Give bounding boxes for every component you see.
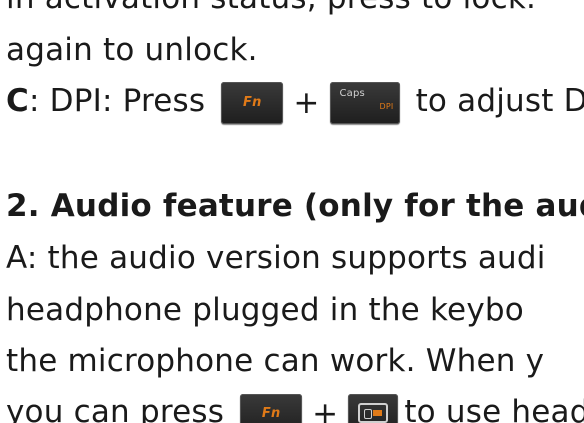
dpi-instruction-text: : DPI: Press (28, 83, 206, 119)
manual-page: in activation status, press to lock. aga… (0, 0, 584, 423)
text-line-audio-support: A: the audio version supports audi (6, 238, 546, 278)
line-text: in activation status, press to lock. (6, 0, 536, 16)
section-letter-c: C (6, 83, 29, 119)
dpi-key-sublabel: DPI (379, 101, 394, 111)
heading-text: 2. Audio feature (only for the aud (6, 188, 584, 224)
text-line-press-headset: you can press Fn + to use head (6, 392, 584, 423)
caps-dpi-key-image: Caps DPI (329, 81, 400, 124)
plus-sign: + (293, 84, 320, 121)
fn-key-image: Fn (240, 393, 303, 423)
plus-sign: + (312, 395, 339, 423)
line-text: headphone plugged in the keybo (6, 292, 524, 328)
text-line-microphone: the microphone can work. When y (6, 341, 544, 381)
headset-suffix-text: to use head (404, 394, 584, 423)
caps-key-label: Caps (339, 87, 365, 99)
fn-key-image: Fn (221, 81, 284, 124)
line-text: again to unlock. (6, 32, 258, 68)
line-text: the microphone can work. When y (6, 343, 545, 379)
text-line-activation-status: in activation status, press to lock. (6, 0, 536, 18)
text-line-headphone: headphone plugged in the keybo (6, 290, 524, 330)
fn-key-label: Fn (261, 405, 281, 421)
text-line-unlock: again to unlock. (6, 30, 258, 70)
line-text: A: the audio version supports audi (6, 240, 546, 276)
headphone-toggle-icon (348, 393, 399, 423)
fn-key-label: Fn (243, 94, 262, 110)
section-heading-audio: 2. Audio feature (only for the aud (6, 186, 584, 226)
dpi-suffix-text: to adjust D (415, 83, 584, 119)
text-line-dpi: C: DPI: Press Fn + Caps DPI to adjust D (6, 81, 584, 124)
headset-symbol-icon (358, 402, 389, 423)
line-text: you can press (6, 394, 225, 423)
